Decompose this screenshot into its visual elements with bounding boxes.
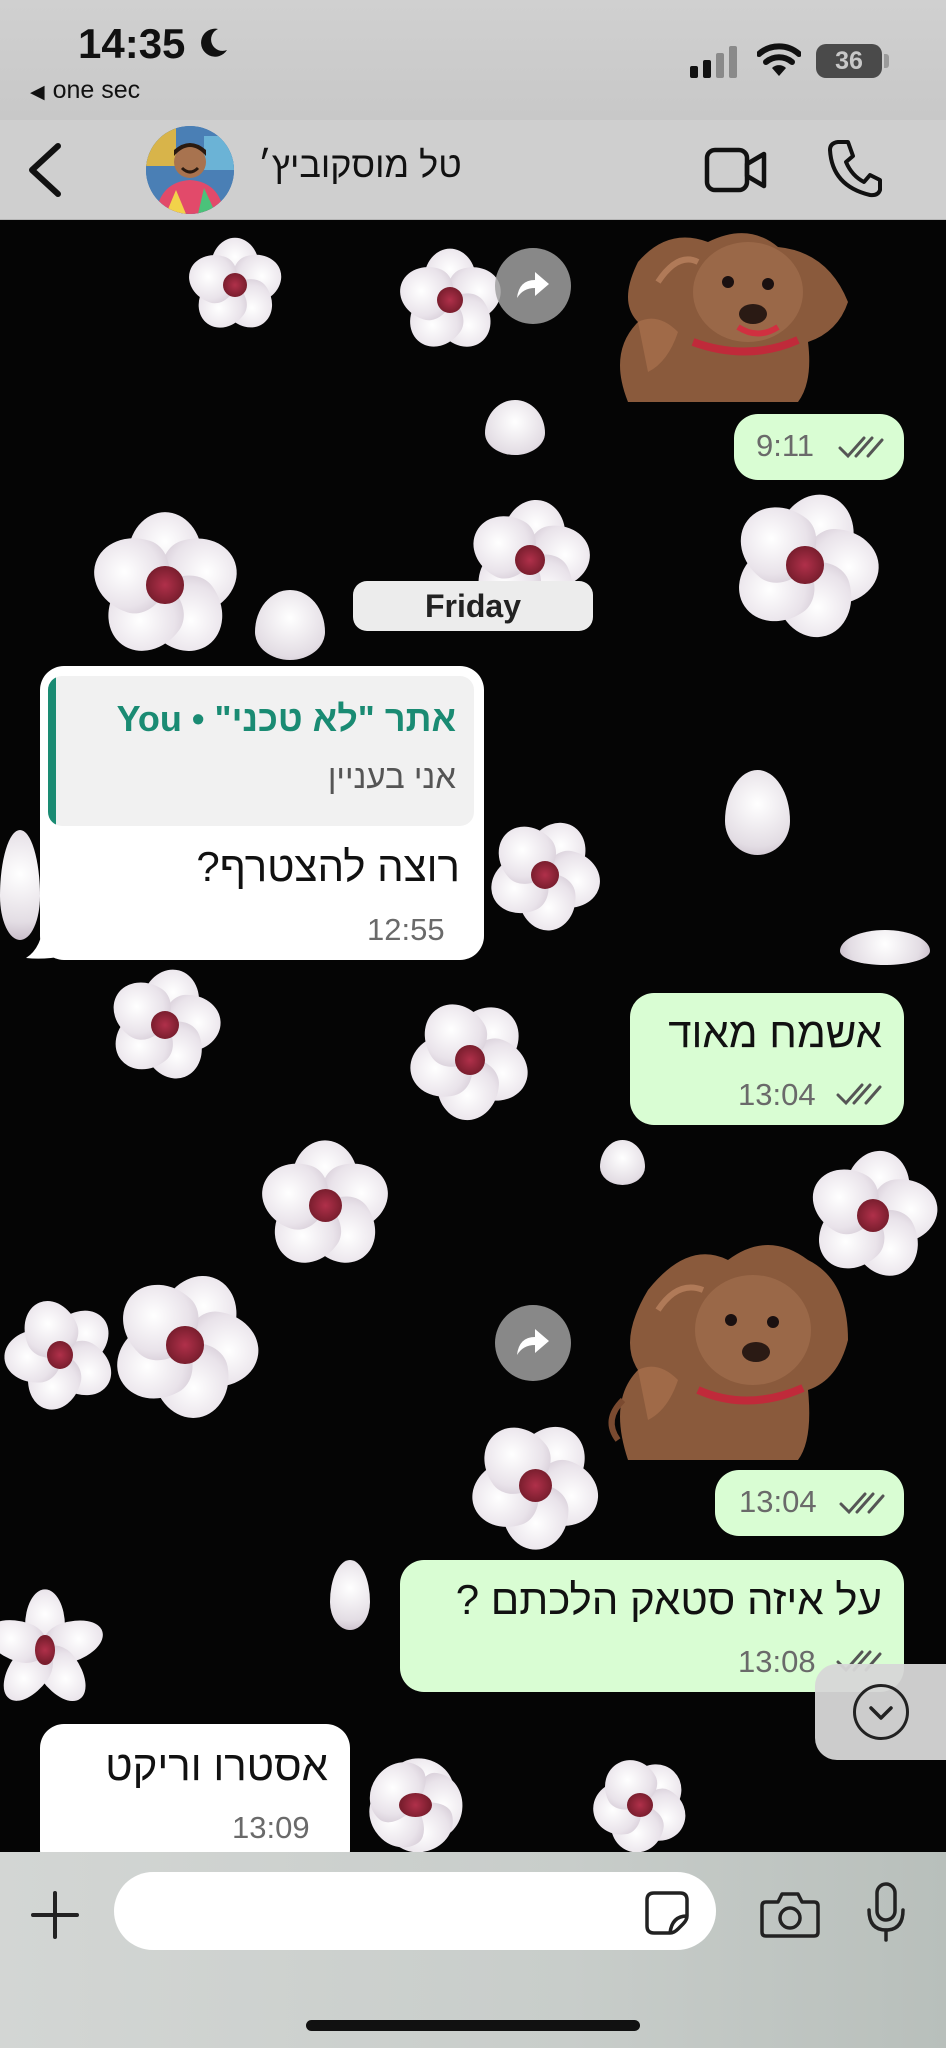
wallpaper-flower <box>0 1580 109 1720</box>
sticker-timestamp-bubble: 13:04 <box>715 1470 904 1536</box>
back-button[interactable] <box>18 138 78 202</box>
avatar-image <box>146 126 234 214</box>
message-text: על איזה סטאק הלכתם ? <box>455 1576 882 1623</box>
message-time: 13:08 <box>738 1644 816 1679</box>
phone-call-button[interactable] <box>826 138 882 198</box>
battery-indicator: 36 <box>816 44 882 78</box>
wallpaper-flower <box>400 990 540 1130</box>
attach-plus-button[interactable] <box>30 1890 80 1940</box>
wallpaper-flower <box>0 1290 122 1420</box>
sticker-timestamp-bubble: 9:11 <box>734 414 904 480</box>
cellular-signal-icon <box>690 46 737 78</box>
sticker-button[interactable] <box>644 1890 690 1936</box>
read-ticks-icon <box>839 1492 885 1515</box>
wallpaper-flower <box>340 1749 490 1860</box>
message-time: 13:09 <box>232 1810 310 1845</box>
status-bar: 14:35 ◀ one sec 36 <box>0 0 946 120</box>
contact-name[interactable]: טל מוסקוביץ׳ <box>258 144 462 186</box>
message-time: 13:04 <box>739 1484 817 1519</box>
quote-accent-bar <box>48 676 56 826</box>
home-indicator[interactable] <box>306 2020 640 2031</box>
scroll-to-bottom-button[interactable] <box>815 1664 946 1760</box>
wallpaper-petal <box>840 930 930 965</box>
forward-arrow-icon <box>517 272 549 298</box>
wallpaper-petal <box>330 1560 370 1630</box>
wallpaper-flower <box>100 960 230 1090</box>
day-separator: Friday <box>353 581 593 631</box>
wallpaper-flower <box>480 810 610 940</box>
wallpaper-flower <box>720 480 890 650</box>
moon-icon <box>201 28 227 57</box>
wallpaper-petal <box>255 590 325 660</box>
wallpaper-petal <box>485 400 545 455</box>
wallpaper-flower <box>390 240 510 360</box>
quote-author: You • "אתר "לא טכני <box>116 698 456 739</box>
video-call-button[interactable] <box>704 144 768 196</box>
wallpaper-petal <box>725 770 790 855</box>
avatar[interactable] <box>146 126 234 214</box>
status-time: 14:35 <box>78 20 186 67</box>
wallpaper-flower <box>100 1260 270 1430</box>
message-composer <box>0 1852 946 2048</box>
battery-tip <box>884 54 889 68</box>
back-triangle-icon: ◀ <box>30 82 45 103</box>
message-text: רוצה להצטרף? <box>196 843 460 890</box>
read-ticks-icon <box>838 436 884 459</box>
message-input[interactable] <box>114 1872 716 1950</box>
quoted-reply[interactable]: You • "אתר "לא טכני אני בעניין <box>48 676 474 826</box>
back-app-label: one sec <box>52 76 141 104</box>
quote-text: אני בעניין <box>327 758 456 795</box>
wallpaper-flower <box>80 500 250 670</box>
wallpaper-flower <box>580 1750 700 1860</box>
camera-button[interactable] <box>760 1890 820 1938</box>
dog-sticker[interactable] <box>598 222 858 404</box>
message-text: אסטרו וריקט <box>105 1742 328 1789</box>
dog-sticker[interactable] <box>598 1200 858 1462</box>
back-to-app-link[interactable]: ◀ one sec <box>30 76 140 105</box>
wifi-icon <box>757 43 801 76</box>
wallpaper-flower <box>180 230 290 340</box>
wallpaper-flower <box>460 1410 610 1560</box>
microphone-button[interactable] <box>866 1882 906 1944</box>
message-time: 13:04 <box>738 1077 816 1112</box>
read-ticks-icon <box>836 1083 882 1106</box>
chevron-down-circle-icon <box>853 1684 909 1740</box>
message-time: 12:55 <box>367 912 445 947</box>
message-text: אשמח מאוד <box>668 1009 882 1056</box>
wallpaper-flower <box>250 1130 400 1280</box>
forward-button[interactable] <box>495 1305 571 1381</box>
chat-header: טל מוסקוביץ׳ <box>0 120 946 220</box>
forward-arrow-icon <box>517 1329 549 1355</box>
outgoing-message-bubble[interactable]: אשמח מאוד 13:04 <box>630 993 904 1125</box>
wallpaper-petal <box>600 1140 645 1185</box>
message-time: 9:11 <box>756 428 815 463</box>
forward-button[interactable] <box>495 248 571 324</box>
